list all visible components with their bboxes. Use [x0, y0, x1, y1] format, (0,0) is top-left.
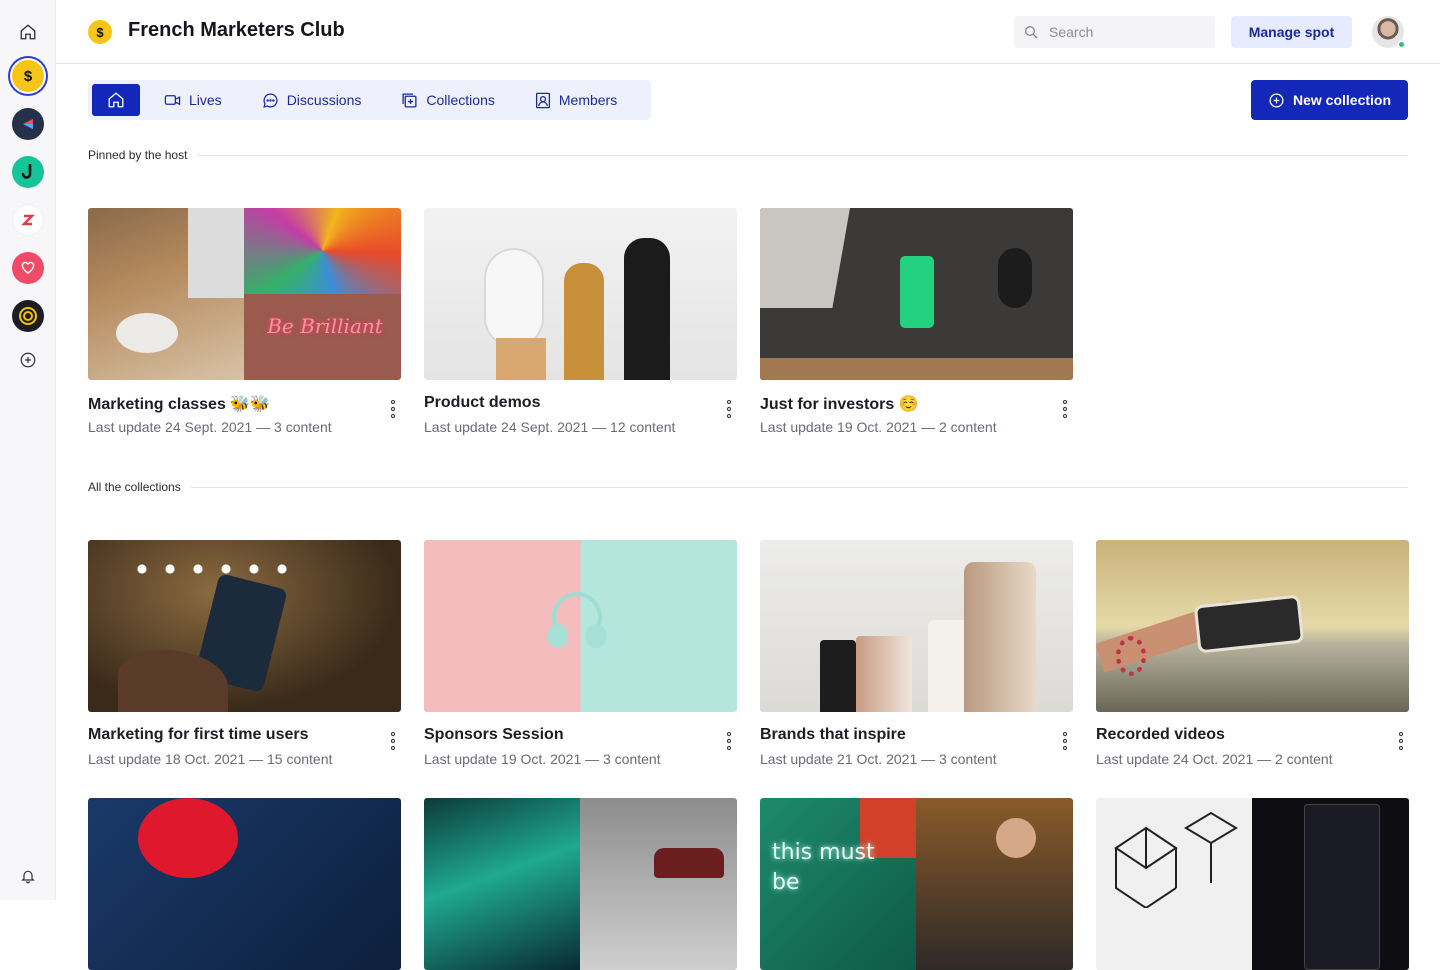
more-options-icon[interactable] [1061, 400, 1069, 418]
more-options-icon[interactable] [389, 400, 397, 418]
collection-card[interactable] [424, 798, 737, 970]
tab-home[interactable] [92, 84, 140, 116]
search-box[interactable] [1014, 16, 1215, 48]
more-options-icon[interactable] [1397, 732, 1405, 750]
collection-thumbnail[interactable] [1096, 540, 1409, 712]
z-logo-icon [12, 204, 44, 236]
j-logo-icon [12, 156, 44, 188]
space-2[interactable] [12, 108, 44, 140]
card-title: Brands that inspire [760, 726, 906, 743]
section-all-collections: All the collections [88, 480, 1408, 494]
heart-logo-icon [12, 252, 44, 284]
more-options-icon[interactable] [725, 400, 733, 418]
collection-card[interactable]: Just for investors ☺️ Last update 19 Oct… [760, 208, 1073, 435]
card-meta: Last update 19 Oct. 2021 — 2 content [760, 419, 997, 435]
tab-label: Collections [426, 92, 495, 108]
space-5[interactable] [12, 252, 44, 284]
collection-add-icon [402, 92, 417, 108]
tab-label: Members [558, 92, 618, 108]
collection-card[interactable]: Marketing for first time users Last upda… [88, 540, 401, 767]
club-logo-icon: $ [88, 20, 112, 44]
collection-thumbnail[interactable] [424, 798, 737, 970]
collection-thumbnail[interactable] [760, 540, 1073, 712]
new-collection-label: New collection [1292, 92, 1392, 108]
neon-sign-text: Be Brilliant [267, 314, 383, 338]
neon-sign-text: this must be [772, 840, 875, 895]
card-meta: Last update 18 Oct. 2021 — 15 content [88, 751, 333, 767]
collection-card[interactable]: Product demos Last update 24 Sept. 2021 … [424, 208, 737, 435]
home-icon[interactable] [12, 16, 44, 48]
search-input[interactable] [1049, 24, 1189, 40]
card-title: Sponsors Session [424, 726, 564, 743]
chat-bubble-icon [262, 92, 278, 108]
card-title: Just for investors ☺️ [760, 396, 919, 413]
member-badge-icon [535, 92, 550, 108]
manage-spot-button[interactable]: Manage spot [1231, 16, 1352, 48]
new-collection-button[interactable]: New collection [1251, 80, 1408, 120]
bell-icon[interactable] [12, 860, 44, 892]
collection-card[interactable]: Sponsors Session Last update 19 Oct. 202… [424, 540, 737, 767]
home-icon [108, 92, 124, 108]
tab-lives[interactable]: Lives [140, 84, 242, 116]
collection-thumbnail[interactable] [88, 798, 401, 970]
collection-thumbnail[interactable]: Be Brilliant [88, 208, 401, 380]
card-title: Product demos [424, 394, 541, 411]
avatar[interactable] [1372, 16, 1406, 49]
space-6[interactable] [12, 300, 44, 332]
tab-collections[interactable]: Collections [381, 84, 514, 116]
geometric-shapes [1114, 811, 1238, 908]
space-french-marketers-club[interactable]: $ [12, 60, 44, 92]
section-pinned: Pinned by the host [88, 148, 1408, 162]
card-title: Marketing classes 🐝🐝 [88, 396, 271, 413]
flag-logo-icon [12, 108, 44, 140]
card-title: Marketing for first time users [88, 726, 309, 743]
collection-card[interactable]: this must be [760, 798, 1073, 970]
card-meta: Last update 24 Oct. 2021 — 2 content [1096, 751, 1333, 767]
ring-logo-icon [12, 300, 44, 332]
collection-card[interactable] [1096, 798, 1409, 970]
collection-card[interactable]: Recorded videos Last update 24 Oct. 2021… [1096, 540, 1409, 767]
tab-members[interactable]: Members [515, 84, 637, 116]
collection-card[interactable] [88, 798, 401, 970]
collection-thumbnail[interactable] [424, 208, 737, 380]
collection-thumbnail[interactable] [760, 208, 1073, 380]
video-camera-icon [164, 95, 181, 106]
collection-thumbnail[interactable]: this must be [760, 798, 1073, 970]
dollar-logo-icon: $ [12, 60, 44, 92]
search-icon [1025, 26, 1038, 39]
plus-circle-icon [1269, 92, 1284, 108]
collection-thumbnail[interactable] [1096, 798, 1409, 970]
page-title: French Marketers Club [128, 19, 345, 41]
online-status-dot [1397, 40, 1406, 49]
spaces-rail: $ [0, 0, 56, 900]
space-4[interactable] [12, 204, 44, 236]
card-meta: Last update 24 Sept. 2021 — 3 content [88, 419, 332, 435]
card-meta: Last update 24 Sept. 2021 — 12 content [424, 419, 676, 435]
collection-card[interactable]: Be Brilliant Marketing classes 🐝🐝 Last u… [88, 208, 401, 435]
card-meta: Last update 21 Oct. 2021 — 3 content [760, 751, 997, 767]
more-options-icon[interactable] [389, 732, 397, 750]
space-3[interactable] [12, 156, 44, 188]
card-meta: Last update 19 Oct. 2021 — 3 content [424, 751, 661, 767]
collection-card[interactable]: Brands that inspire Last update 21 Oct. … [760, 540, 1073, 767]
section-title: All the collections [88, 480, 181, 494]
more-options-icon[interactable] [1061, 732, 1069, 750]
tab-label: Discussions [286, 92, 362, 108]
card-title: Recorded videos [1096, 726, 1225, 743]
section-title: Pinned by the host [88, 148, 188, 162]
section-tabs: Lives Discussions Collections Members [88, 80, 651, 120]
tab-discussions[interactable]: Discussions [242, 84, 382, 116]
add-space-icon[interactable] [12, 344, 44, 376]
more-options-icon[interactable] [725, 732, 733, 750]
tab-label: Lives [189, 92, 222, 108]
collection-thumbnail[interactable] [424, 540, 737, 712]
collection-thumbnail[interactable] [88, 540, 401, 712]
top-bar: $ French Marketers Club Manage spot [56, 0, 1440, 64]
